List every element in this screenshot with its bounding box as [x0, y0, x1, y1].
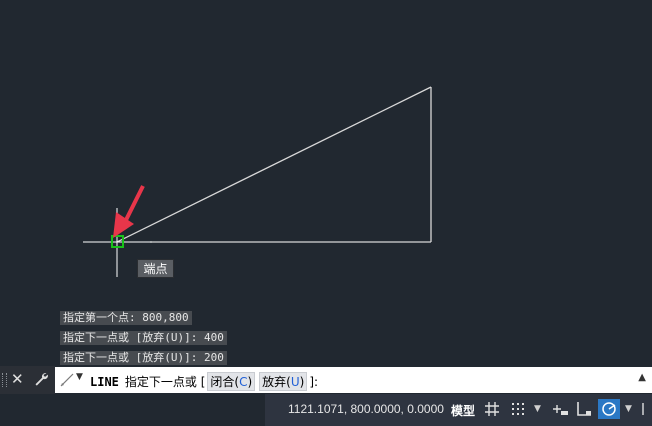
wrench-icon[interactable] — [33, 371, 49, 391]
history-line: 指定第一个点: 800,800 — [60, 311, 192, 325]
grid-icon[interactable] — [484, 401, 500, 421]
polar-tracking-icon[interactable] — [598, 399, 620, 423]
history-line: 指定下一点或 [放弃(U)]: 200 — [60, 351, 227, 365]
status-bar: 1121.1071, 800.0000, 0.0000 模型 ▼ ▼ — [0, 394, 652, 426]
coordinates-readout[interactable]: 1121.1071, 800.0000, 0.0000 — [288, 402, 444, 416]
polar-dropdown-icon[interactable]: ▼ — [625, 404, 632, 414]
snap-tooltip: 端点 — [137, 259, 174, 278]
line-hypotenuse[interactable] — [116, 86, 432, 243]
command-name: LINE — [90, 374, 119, 389]
snap-dropdown-icon[interactable]: ▼ — [534, 404, 541, 414]
command-input[interactable]: ▼ LINE 指定下一点或 [ 闭合(C) 放弃(U) ]: ▲ — [55, 367, 652, 393]
command-prompt: LINE 指定下一点或 [ 闭合(C) 放弃(U) ]: — [90, 372, 318, 391]
ortho-icon[interactable] — [575, 401, 593, 421]
option-close[interactable]: 闭合(C) — [207, 372, 256, 391]
model-space-button[interactable]: 模型 — [451, 402, 475, 419]
command-pen-icon[interactable] — [59, 372, 75, 392]
drag-handle[interactable] — [2, 373, 7, 387]
dynamic-input-icon[interactable] — [551, 401, 569, 421]
history-line: 指定下一点或 [放弃(U)]: 400 — [60, 331, 227, 345]
more-icon[interactable] — [642, 401, 652, 421]
recent-commands-dropdown-icon[interactable]: ▼ — [76, 372, 83, 382]
close-icon[interactable]: ✕ — [11, 370, 24, 388]
command-history: 指定第一个点: 800,800 指定下一点或 [放弃(U)]: 400 指定下一… — [60, 306, 227, 366]
prompt-text: 指定下一点或 [ — [124, 375, 206, 389]
drawing-canvas[interactable]: 端点 指定第一个点: 800,800 指定下一点或 [放弃(U)]: 400 指… — [0, 0, 652, 366]
command-line-controls: ✕ — [0, 366, 55, 394]
snap-mode-icon[interactable] — [510, 401, 526, 421]
history-toggle-icon[interactable]: ▲ — [638, 372, 646, 383]
prompt-end: ]: — [309, 374, 319, 389]
option-undo[interactable]: 放弃(U) — [259, 372, 308, 391]
